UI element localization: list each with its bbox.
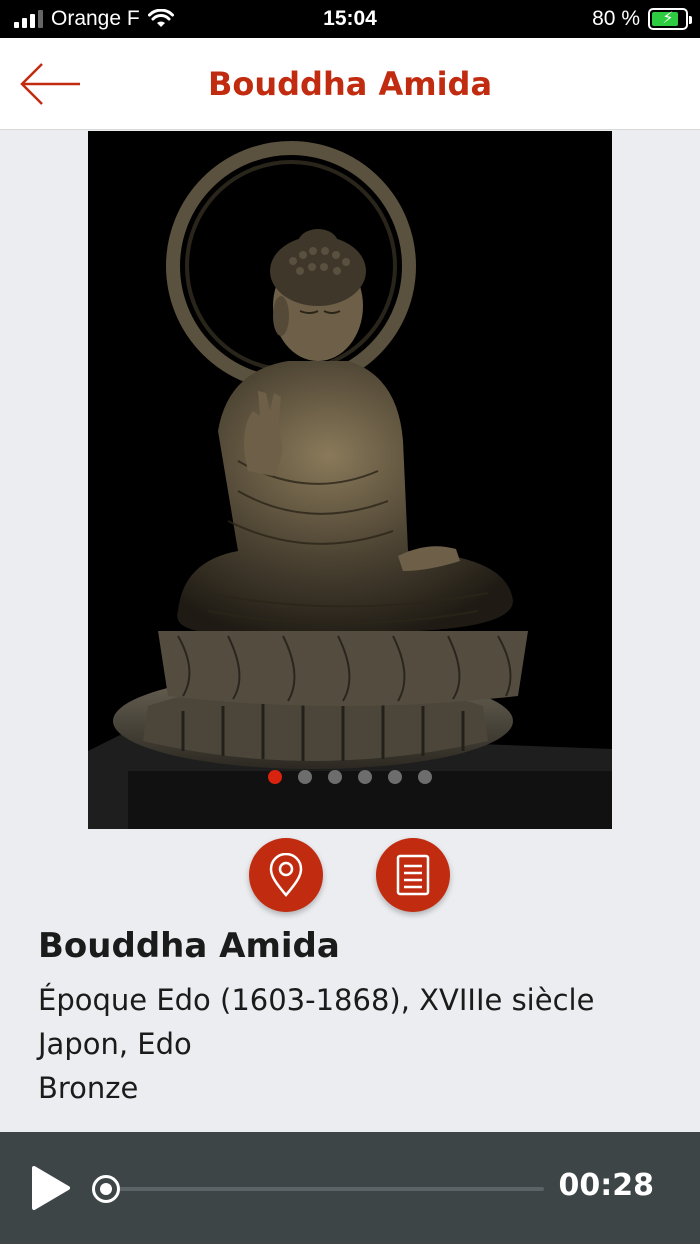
location-button[interactable] — [249, 838, 323, 912]
page-title: Bouddha Amida — [207, 65, 493, 103]
battery-percentage: 80 % — [592, 7, 640, 30]
artwork-image — [88, 131, 612, 829]
carousel-dot[interactable] — [328, 770, 342, 784]
play-button[interactable] — [28, 1164, 72, 1212]
status-bar: Orange F 15:04 80 % ⚡ — [0, 0, 700, 38]
carousel-dot[interactable] — [418, 770, 432, 784]
details-button[interactable] — [376, 838, 450, 912]
artwork-origin: Japon, Edo — [38, 1027, 192, 1061]
artwork-period: Époque Edo (1603-1868), XVIIIe siècle — [38, 983, 595, 1017]
carousel-pagination — [88, 770, 612, 784]
progress-track[interactable] — [118, 1187, 544, 1191]
back-button[interactable] — [18, 58, 84, 110]
app-header: Bouddha Amida — [0, 38, 700, 130]
document-icon — [396, 854, 430, 896]
carousel-dot[interactable] — [298, 770, 312, 784]
audio-player: 00:28 — [0, 1132, 700, 1244]
carousel-dot[interactable] — [388, 770, 402, 784]
play-icon — [32, 1166, 70, 1210]
arrow-left-icon — [20, 63, 80, 105]
status-right: 80 % ⚡ — [592, 7, 692, 31]
carousel-dot[interactable] — [268, 770, 282, 784]
map-pin-icon — [269, 853, 303, 897]
elapsed-time: 00:28 — [558, 1168, 655, 1203]
artwork-material: Bronze — [38, 1071, 139, 1105]
image-carousel[interactable] — [88, 131, 612, 829]
progress-thumb[interactable] — [92, 1175, 120, 1203]
artwork-title: Bouddha Amida — [38, 926, 340, 966]
carousel-dot[interactable] — [358, 770, 372, 784]
battery-icon: ⚡ — [648, 8, 692, 30]
artwork-info: Bouddha Amida Époque Edo (1603-1868), XV… — [38, 926, 678, 1110]
